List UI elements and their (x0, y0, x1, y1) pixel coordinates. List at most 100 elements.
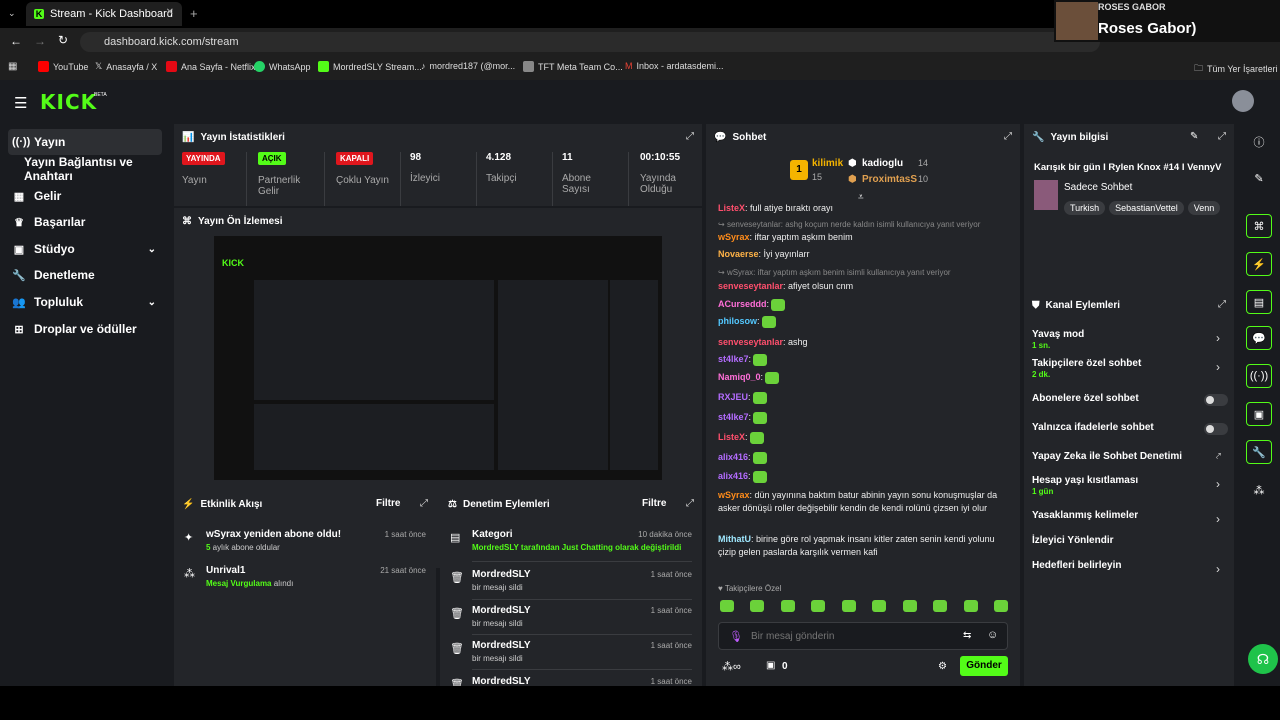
leader-name[interactable]: kilimik (812, 158, 843, 169)
filter-button[interactable]: Filtre (376, 498, 400, 509)
chat-username[interactable]: st4lke7 (718, 412, 749, 422)
reload-icon[interactable]: ↻ (58, 33, 68, 47)
sidebar-item-yayin[interactable]: ((·)) Yayın (8, 129, 162, 155)
expand-icon[interactable]: ⤢ (1218, 131, 1226, 142)
bookmark-youtube[interactable]: YouTube (38, 61, 88, 72)
broadcast-toggle-icon[interactable]: ((·)) (1246, 364, 1272, 388)
chat-username[interactable]: wSyrax (718, 490, 750, 500)
sidebar-item-droplar[interactable]: ⊞ Droplar ve ödüller (8, 316, 162, 342)
message-field[interactable] (751, 628, 951, 644)
bookmark-tft[interactable]: TFT Meta Team Co... (523, 61, 623, 72)
bookmark-tiktok[interactable]: ♪ mordred187 (@mor... (421, 61, 515, 71)
channel-row-label[interactable]: Abonelere özel sohbet (1032, 393, 1139, 404)
emote-icon[interactable] (811, 600, 826, 612)
channel-row-label[interactable]: Yavaş mod (1032, 329, 1084, 340)
notes-icon[interactable]: ▤ (1246, 290, 1272, 314)
preview-toggle-icon[interactable]: ⌘ (1246, 214, 1272, 238)
all-bookmarks[interactable]: 🗀 Tüm Yer İşaretleri (1194, 61, 1278, 77)
stream-video[interactable]: KICK (214, 236, 662, 480)
filter-button[interactable]: Filtre (642, 498, 666, 509)
browser-tab[interactable]: K Stream - Kick Dashboard ✕ (26, 2, 182, 26)
moderation-toggle-icon[interactable]: ▣ (1246, 402, 1272, 426)
emote-icon[interactable] (963, 600, 978, 612)
bookmark-netflix[interactable]: Ana Sayfa - Netflix (166, 61, 256, 72)
emote-icon[interactable] (872, 600, 887, 612)
forward-icon[interactable]: → (34, 34, 46, 48)
expand-icon[interactable]: ⤢ (1004, 131, 1012, 142)
edit-pencil-icon[interactable]: ✎ (1246, 166, 1272, 190)
expand-icon[interactable]: ⤢ (420, 498, 428, 509)
channel-row-label[interactable]: Yalnızca ifadelerle sohbet (1032, 422, 1154, 433)
chat-username[interactable]: senveseytanlar (718, 281, 783, 291)
external-link-icon[interactable]: ⤤ (1216, 451, 1221, 462)
chevron-right-icon[interactable]: › (1216, 512, 1220, 526)
chat-username[interactable]: Namiq0_0 (718, 372, 761, 382)
leader-name[interactable]: kadioglu (862, 158, 903, 169)
expand-icon[interactable]: ⤢ (1218, 299, 1226, 310)
avatar[interactable] (1232, 90, 1254, 112)
emote-icon[interactable] (720, 600, 734, 612)
info-icon[interactable]: ⓘ (1246, 130, 1272, 154)
close-tab-icon[interactable]: ✕ (166, 7, 174, 18)
tab-list-icon[interactable]: ⌄ (8, 8, 16, 19)
chat-username[interactable]: MithatU (718, 534, 751, 544)
emote-icon[interactable] (841, 600, 856, 612)
chat-username[interactable]: senveseytanlar (718, 337, 783, 347)
emote-icon[interactable] (993, 600, 1008, 612)
gift-icon[interactable]: ▣ (766, 660, 775, 671)
microphone-icon[interactable]: 🎙 (729, 630, 743, 643)
chat-username[interactable]: ListeX (718, 432, 745, 442)
sidebar-item-basarilar[interactable]: ♛ Başarılar (8, 209, 162, 235)
bookmark-whatsapp[interactable]: WhatsApp (254, 61, 311, 72)
chat-username[interactable]: st4lke7 (718, 354, 749, 364)
chat-toggle-icon[interactable]: 💬 (1246, 326, 1272, 350)
chat-username[interactable]: ACurseddd (718, 299, 767, 309)
settings-gear-icon[interactable]: ⚙ (938, 661, 947, 672)
toggle-switch[interactable] (1204, 423, 1228, 435)
chat-username[interactable]: philosow (718, 316, 757, 326)
channel-row-label[interactable]: Hedefleri belirleyin (1032, 560, 1121, 571)
emote-icon[interactable] (933, 600, 948, 612)
chevron-right-icon[interactable]: › (1216, 562, 1220, 576)
new-tab-icon[interactable]: + (190, 6, 198, 21)
kick-points-icon[interactable]: ⁂∞ (722, 660, 741, 673)
chevron-right-icon[interactable]: › (1216, 360, 1220, 374)
toggle-switch[interactable] (1204, 394, 1228, 406)
hamburger-menu-icon[interactable]: ☰ (14, 94, 27, 112)
send-button[interactable]: Gönder (960, 656, 1008, 676)
chat-input[interactable]: 🎙 ⇆ ☺ (718, 622, 1008, 650)
emote-icon[interactable] (902, 600, 917, 612)
chevron-right-icon[interactable]: › (1216, 331, 1220, 345)
sidebar-item-denetleme[interactable]: 🔧 Denetleme (8, 262, 162, 288)
back-icon[interactable]: ← (10, 34, 22, 48)
emote-icon[interactable] (750, 600, 765, 612)
channel-row-label[interactable]: Takipçilere özel sohbet (1032, 358, 1141, 369)
chat-username[interactable]: alix416 (718, 471, 748, 481)
chat-username[interactable]: RXJEU (718, 392, 748, 402)
emote-icon[interactable] (780, 600, 795, 612)
bookmark-x[interactable]: 𝕏 Anasayfa / X (95, 61, 157, 72)
expand-icon[interactable]: ⤢ (686, 131, 694, 142)
channel-row-label[interactable]: İzleyici Yönlendir (1032, 535, 1114, 546)
chat-username[interactable]: alix416 (718, 452, 748, 462)
bookmark-gmail[interactable]: M Inbox - ardatasdemi... (625, 61, 724, 71)
kick-points-icon[interactable]: ⁂ (1246, 478, 1272, 502)
sidebar-item-gelir[interactable]: ▦ Gelir (8, 183, 162, 209)
support-headset-icon[interactable]: ☊ (1248, 644, 1278, 674)
sidebar-item-topluluk[interactable]: 👥 Topluluk ⌄ (8, 289, 162, 315)
expand-icon[interactable]: ⤢ (686, 498, 694, 509)
channel-row-label[interactable]: Hesap yaşı kısıtlaması (1032, 475, 1138, 486)
sidebar-item-stream-key[interactable]: Yayın Bağlantısı ve Anahtarı (20, 155, 170, 183)
channel-row-label[interactable]: Yapay Zeka ile Sohbet Denetimi (1032, 451, 1182, 462)
chat-username[interactable]: ListeX (718, 203, 745, 213)
wrench-toggle-icon[interactable]: 🔧 (1246, 440, 1272, 464)
lightning-icon[interactable]: ⚡ (1246, 252, 1272, 276)
chat-username[interactable]: Novaerse (718, 249, 759, 259)
translate-icon[interactable]: ⇆ (963, 630, 971, 641)
url-field[interactable]: dashboard.kick.com/stream (80, 32, 1100, 52)
leader-name[interactable]: ProximtasS (862, 174, 917, 185)
apps-icon[interactable]: ▦ (8, 61, 17, 72)
bookmark-kick[interactable]: MordredSLY Stream... (318, 61, 422, 72)
chevron-right-icon[interactable]: › (1216, 477, 1220, 491)
channel-row-label[interactable]: Yasaklanmış kelimeler (1032, 510, 1138, 521)
